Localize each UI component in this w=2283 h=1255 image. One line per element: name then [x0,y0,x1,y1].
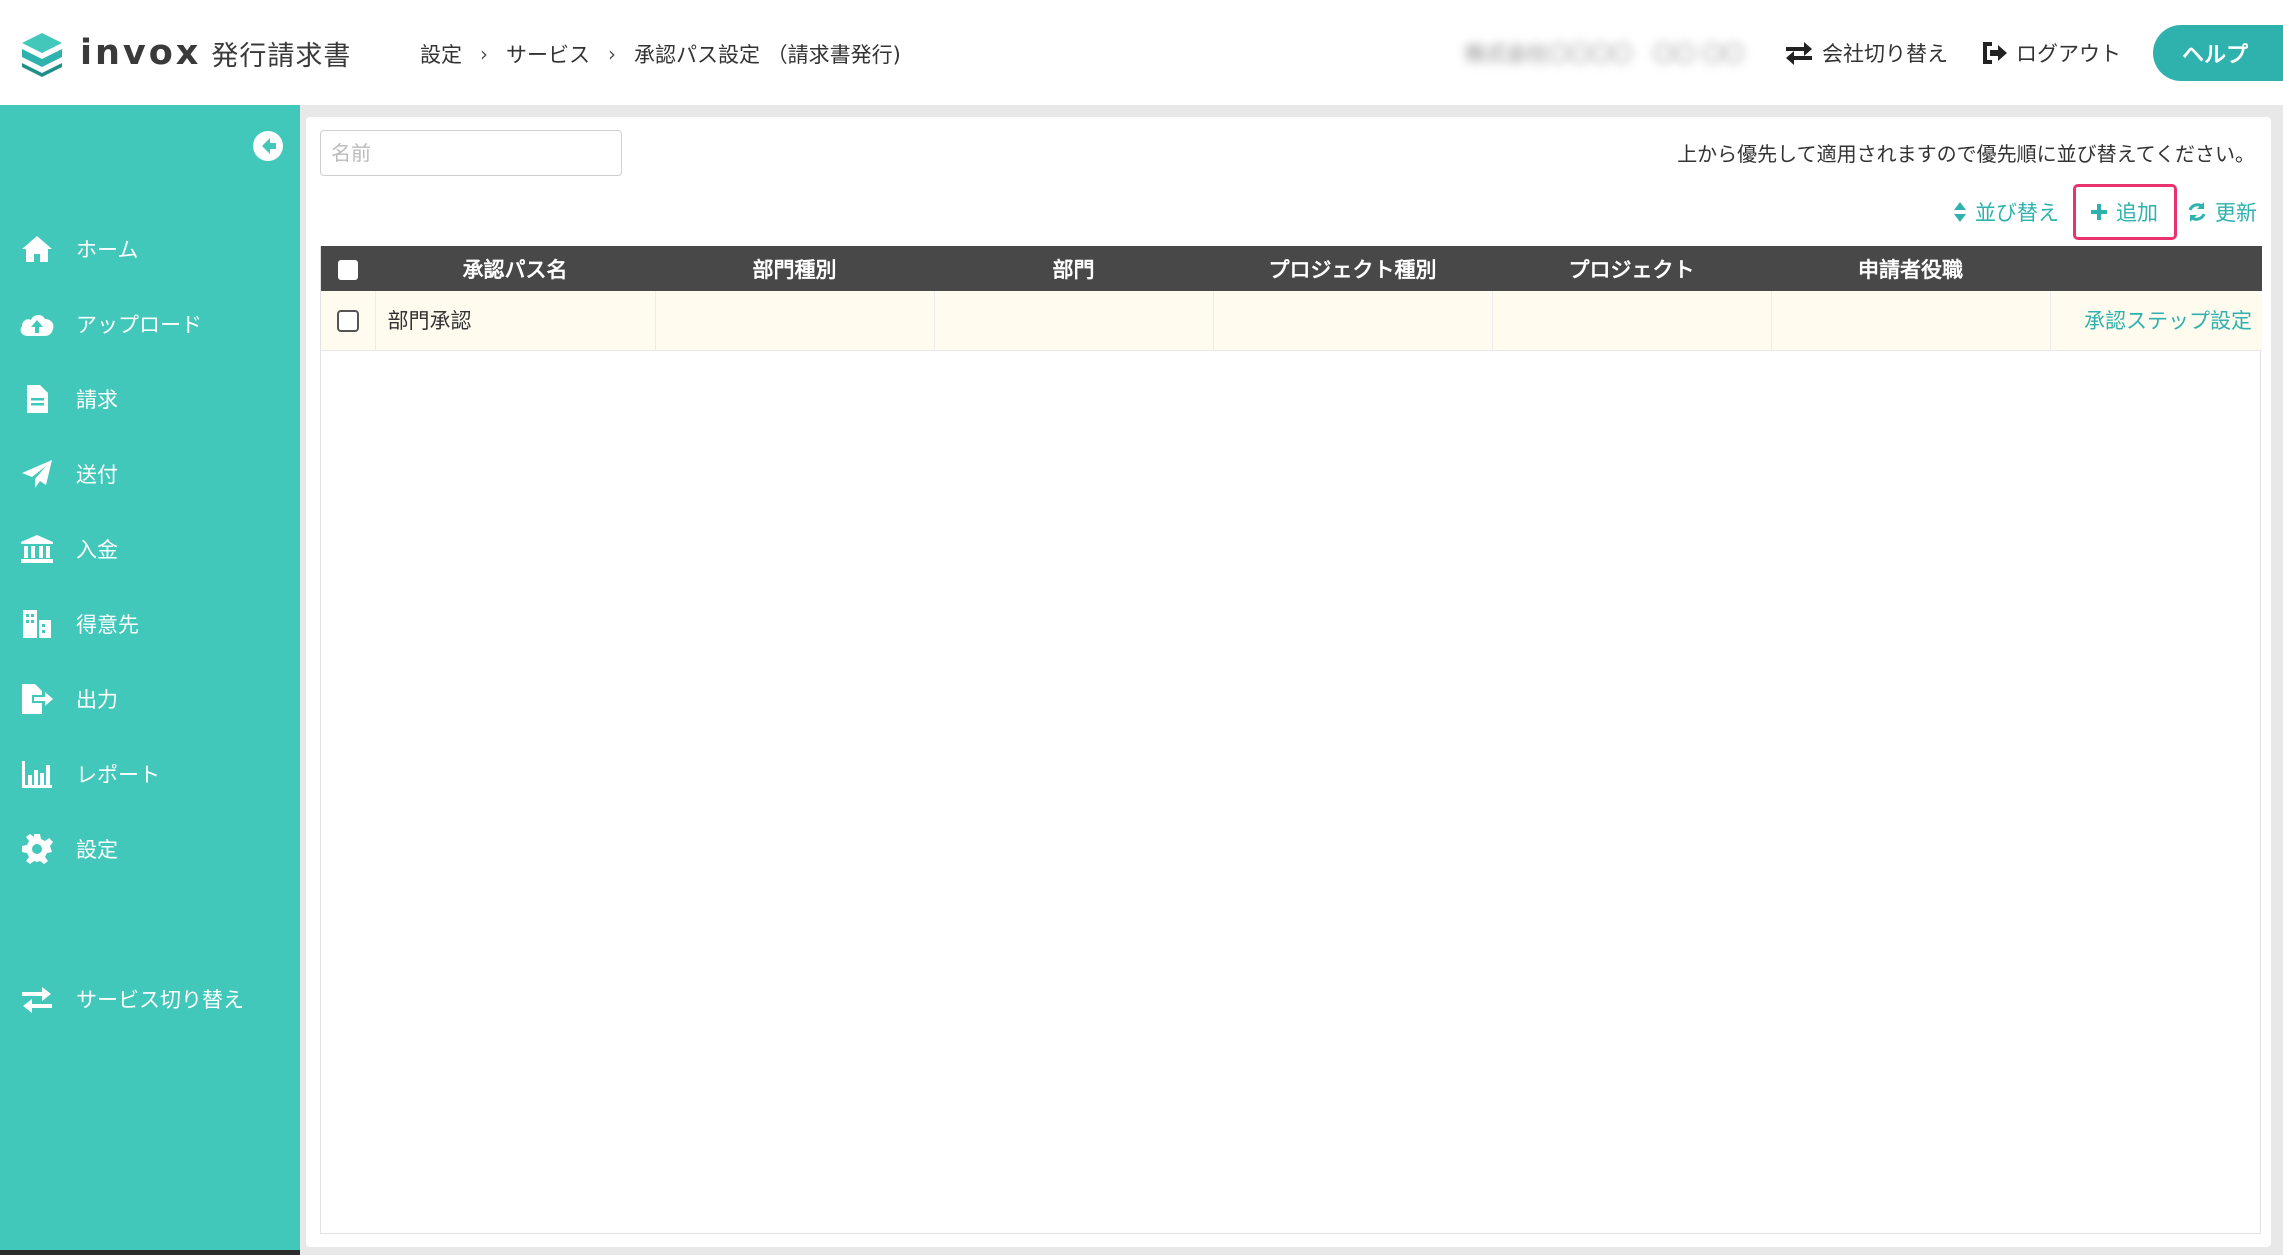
sidebar-item-export[interactable]: 出力 [0,669,300,729]
home-icon [18,232,56,266]
document-icon [18,382,56,416]
sidebar-item-home[interactable]: ホーム [0,219,300,279]
cloud-upload-icon [18,307,56,341]
switch-service-label: サービス切り替え [76,988,244,1012]
name-filter-input[interactable] [320,130,622,176]
column-header-role[interactable]: 申請者役職 [1771,246,2050,291]
sidebar-item-report[interactable]: レポート [0,744,300,804]
logout-icon [1983,42,2007,64]
refresh-button[interactable]: 更新 [2187,184,2257,240]
cell-project [1492,291,1772,350]
file-export-icon [18,682,56,716]
toolbar: 並び替え 追加 更新 [1953,183,2257,241]
switch-arrows-icon [1786,42,1812,65]
sidebar-item-payment[interactable]: 入金 [0,519,300,579]
sidebar-item-label: 設定 [76,838,118,862]
row-select-cell [321,291,376,350]
app-header: invox 発行請求書 設定 › サービス › 承認パス設定 （請求書発行) 株… [0,0,2283,105]
sidebar-item-send[interactable]: 送付 [0,444,300,504]
switch-company-label: 会社切り替え [1822,42,1948,66]
breadcrumb-item-current: 承認パス設定 （請求書発行) [634,43,901,67]
table-row[interactable]: 部門承認 承認ステップ設定 [321,291,2262,350]
sidebar-item-label: 入金 [76,538,118,562]
sidebar-item-label: レポート [76,763,160,787]
cell-dept [934,291,1214,350]
breadcrumb-item-service[interactable]: サービス [506,39,590,69]
cell-project-type [1213,291,1493,350]
chevron-right-icon: › [480,42,488,66]
building-icon [18,607,56,641]
switch-arrows-icon [18,982,56,1016]
refresh-icon [2188,202,2206,222]
add-label: 追加 [2116,201,2158,225]
cell-role [1771,291,2051,350]
sidebar-item-upload[interactable]: アップロード [0,294,300,354]
sidebar-item-label: アップロード [76,313,202,337]
plus-icon [2091,204,2107,220]
approval-path-table: 承認パス名 部門種別 部門 プロジェクト種別 プロジェクト 申請者役職 部門承認 [320,246,2262,1234]
sidebar: ホーム アップロード 請求 送付 入金 得意先 出力 レポート 設定 サービス切… [0,105,300,1255]
gear-icon [18,832,56,866]
sidebar-item-label: 得意先 [76,613,139,637]
sidebar-item-label: 出力 [76,688,118,712]
column-header-project-type[interactable]: プロジェクト種別 [1213,246,1492,291]
sidebar-item-customers[interactable]: 得意先 [0,594,300,654]
cell-action: 承認ステップ設定 [2050,291,2262,350]
sidebar-item-invoice[interactable]: 請求 [0,369,300,429]
table-header-row: 承認パス名 部門種別 部門 プロジェクト種別 プロジェクト 申請者役職 [321,246,2262,291]
logout-button[interactable]: ログアウト [1980,38,2121,68]
help-button[interactable]: ヘルプ [2153,25,2283,81]
bank-icon [18,532,56,566]
sort-button[interactable]: 並び替え [1953,184,2059,240]
chart-icon [18,757,56,791]
sort-icon [1954,202,1966,222]
breadcrumb-item-settings[interactable]: 設定 [420,39,462,69]
logout-label: ログアウト [2016,42,2121,66]
header-actions: 株式会社〇〇〇〇 〇〇 〇〇 会社切り替え ログアウト ヘルプ [1464,25,2283,81]
column-header-dept[interactable]: 部門 [934,246,1213,291]
sidebar-item-label: ホーム [76,238,139,262]
logo-wordmark: invox [80,33,202,73]
collapse-sidebar-icon[interactable] [252,130,284,162]
sort-label: 並び替え [1975,201,2059,225]
chevron-right-icon: › [608,42,616,66]
sidebar-item-label: 請求 [76,388,118,412]
row-checkbox[interactable] [336,310,359,333]
app-logo[interactable]: invox 発行請求書 [18,28,351,78]
user-name: 株式会社〇〇〇〇 〇〇 〇〇 [1464,42,1744,66]
switch-service-button[interactable]: サービス切り替え [0,969,300,1029]
add-button[interactable]: 追加 [2073,184,2177,240]
switch-company-button[interactable]: 会社切り替え [1784,38,1948,68]
column-header-dept-type[interactable]: 部門種別 [655,246,934,291]
column-header-path-name[interactable]: 承認パス名 [375,246,655,291]
column-header-action [2050,246,2262,291]
priority-notice: 上から優先して適用されますので優先順に並び替えてください。 [1677,142,2255,166]
logo-product-name: 発行請求書 [211,40,352,72]
column-header-project[interactable]: プロジェクト [1492,246,1771,291]
logo-icon [22,33,62,77]
horizontal-scrollbar[interactable] [0,1250,300,1255]
paper-plane-icon [18,457,56,491]
select-all-cell [321,246,375,291]
approval-step-settings-link[interactable]: 承認ステップ設定 [2084,309,2252,333]
refresh-label: 更新 [2215,201,2257,225]
breadcrumb: 設定 › サービス › 承認パス設定 （請求書発行) [420,36,901,72]
select-all-checkbox[interactable] [338,259,358,280]
cell-path-name: 部門承認 [375,291,656,350]
sidebar-item-settings[interactable]: 設定 [0,819,300,879]
cell-dept-type [655,291,935,350]
sidebar-item-label: 送付 [76,463,118,487]
